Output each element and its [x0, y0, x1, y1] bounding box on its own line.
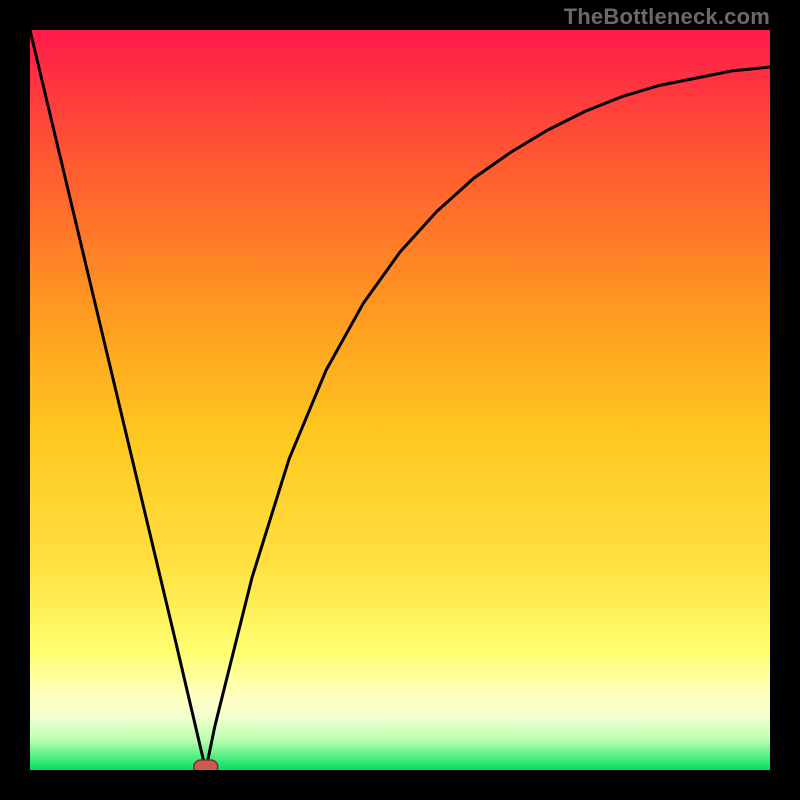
gradient-background [30, 30, 770, 770]
chart-frame: TheBottleneck.com [0, 0, 800, 800]
watermark-label: TheBottleneck.com [564, 4, 770, 30]
plot-area [30, 30, 770, 770]
minimum-marker [194, 760, 218, 770]
chart-canvas [30, 30, 770, 770]
